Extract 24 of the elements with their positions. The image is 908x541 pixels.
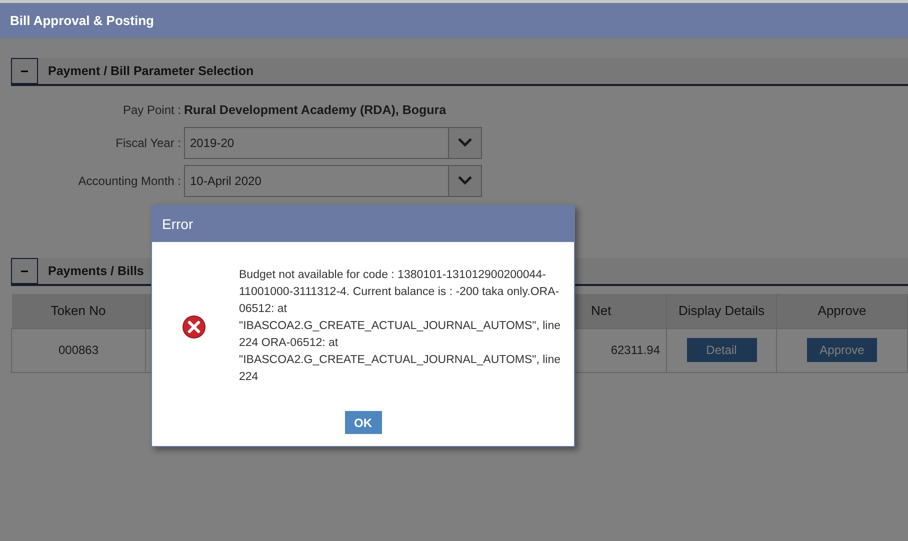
section-title: Payment / Bill Parameter Selection (48, 64, 254, 78)
error-icon (182, 314, 206, 338)
field-label: Accounting Month : (77, 174, 182, 188)
field-label: Pay Point : (122, 103, 182, 117)
table-cell: 000863 (12, 328, 146, 372)
column-header: Display Details (666, 294, 776, 328)
column-header: Token No (12, 294, 146, 328)
field-label: Fiscal Year : (114, 136, 182, 150)
dialog-title: Error (162, 216, 194, 232)
error-message: Budget not available for code : 1380101-131012900200044-11001000-3111312-4. Current balance is : -200 taka only.ORA-06512: at "IBASCOA2.G_CREATE_ACTUAL_JOURNAL_AUTOMS", line 224 ORA-06512: at "IBASCOA2.G_CREATE_ACTUAL_JOURNAL_AUTOMS", line 224 (239, 268, 562, 385)
dropdown-field[interactable]: 2019-20 (184, 126, 482, 158)
dropdown-field[interactable]: 10-April 2020 (184, 164, 482, 196)
column-header: Approve (776, 294, 908, 328)
chevron-down-icon (458, 176, 472, 185)
chevron-down-icon (458, 138, 472, 147)
ok-button[interactable]: OK (344, 411, 382, 434)
detail-button[interactable]: Detail (686, 338, 756, 362)
section-title: Payments / Bills (48, 264, 144, 278)
collapse-button[interactable]: − (11, 58, 38, 84)
window-title: Bill Approval & Posting (10, 13, 154, 28)
field-value: Rural Development Academy (RDA), Bogura (184, 103, 446, 117)
approve-button[interactable]: Approve (807, 338, 877, 362)
collapse-button[interactable]: − (11, 258, 38, 284)
column-header: Net (574, 294, 666, 328)
